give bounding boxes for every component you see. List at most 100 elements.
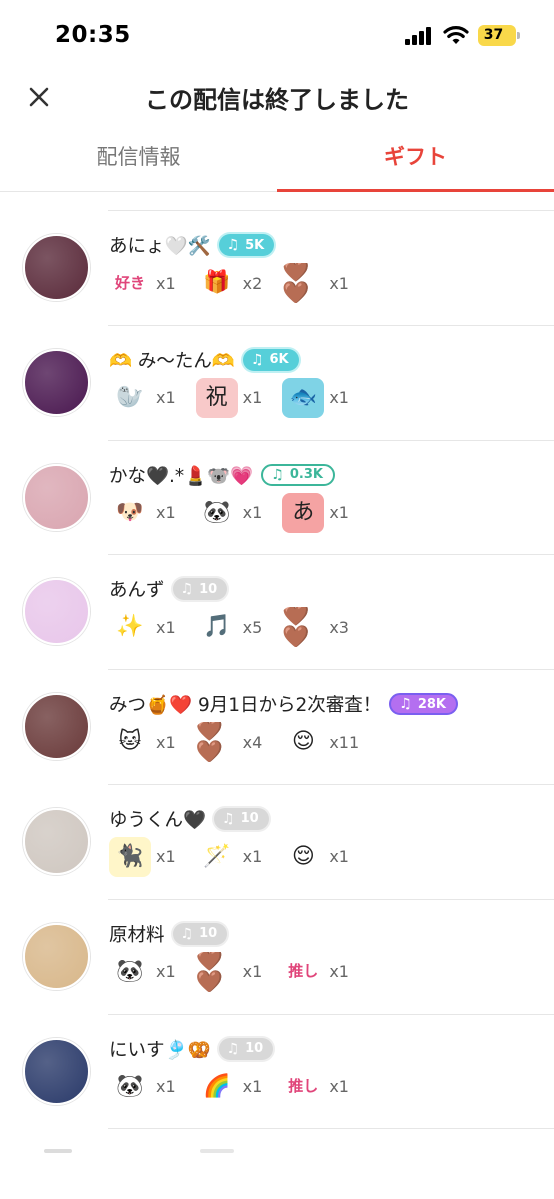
tab-gifts[interactable]: ギフト [277, 130, 554, 192]
gift-item: 🎵 x5 [195, 607, 262, 648]
listen-score-badge: ♫ 10 [172, 922, 228, 945]
listen-score-badge: ♫ 10 [172, 578, 228, 601]
badge-value: 5K [245, 237, 265, 253]
gift-count: x1 [329, 273, 349, 293]
tab-stream-info[interactable]: 配信情報 [0, 130, 277, 192]
gift-item: 🤎🤎 x1 [282, 263, 349, 303]
gift-item: 🦭 x1 [109, 377, 176, 418]
badge-value: 0.3K [289, 467, 323, 483]
gift-sender-row[interactable]: 🫶 み〜たん🫶 ♫ 6K 🦭 x1 祝 x1 🐟 x1 [0, 325, 554, 441]
gift-sender-row[interactable]: あんず ♫ 10 ✨ x1 🎵 x5 🤎🤎 x3 [0, 554, 554, 671]
gift-item: 🐼 x1 [109, 951, 176, 992]
oshi-omede-sticker-icon: 推し [282, 1066, 325, 1107]
gift-item: 🐶 x1 [109, 492, 176, 533]
avatar[interactable] [23, 348, 90, 416]
avatar[interactable] [23, 463, 90, 531]
listen-score-badge: ♫ 0.3K [261, 463, 335, 486]
music-note-icon: ♫ [250, 351, 264, 368]
glow-stick-icon: 🪄 [195, 836, 238, 877]
gift-count: x1 [242, 1077, 263, 1097]
gift-count: x1 [329, 847, 349, 867]
dog-sticker-icon: 🐶 [109, 492, 151, 533]
gift-list-items: 🦭 x1 祝 x1 🐟 x1 [109, 377, 369, 419]
gift-sender-row[interactable]: あにょ🤍🛠️ ♫ 5K 好き x1 🎁 x2 🤎🤎 x1 [0, 210, 554, 326]
gift-count: x1 [156, 388, 176, 408]
badge-value: 10 [199, 926, 218, 942]
gift-sender-row[interactable]: かな🖤.*💄🐨💗 ♫ 0.3K 🐶 x1 🐼 x1 あ x1 [0, 440, 554, 556]
gift-count: x1 [242, 962, 263, 982]
gift-list-items: 🐱 x1 🤎🤎 x4 😌 x11 [109, 721, 379, 763]
avatar[interactable] [23, 807, 90, 875]
listen-score-badge: ♫ 6K [242, 348, 299, 371]
gift-item: 🤎🤎 x4 [195, 722, 262, 763]
avatar[interactable] [23, 922, 90, 990]
gift-item: 🐼 x1 [109, 1066, 176, 1107]
status-bar: 20:35 37 [0, 0, 554, 70]
listen-score-badge: ♫ 28K [389, 693, 458, 716]
gift-count: x1 [242, 847, 263, 867]
avatar[interactable] [23, 1037, 90, 1105]
relieved-face-icon: 😌 [282, 722, 325, 763]
cat-banzai-sticker-icon: 🐱 [109, 722, 151, 763]
gift-count: x1 [329, 962, 349, 982]
avatar[interactable] [23, 234, 90, 301]
sender-name[interactable]: ゆうくん🖤 [109, 806, 206, 832]
suki-panda-sticker-icon: 好き [109, 263, 151, 303]
status-time: 20:35 [55, 22, 131, 48]
sparkles-icon: ✨ [109, 607, 151, 648]
panda-sticker-icon: 🐼 [109, 1066, 151, 1107]
music-notes-icon: 🎵 [195, 607, 238, 648]
gift-count: x1 [156, 273, 176, 293]
gift-count: x3 [329, 617, 349, 637]
gift-sender-row[interactable]: にいす🎐🥨 ♫ 10 🐼 x1 🌈 x1 推し x1 [0, 1014, 554, 1130]
gift-item: ✨ x1 [109, 607, 176, 648]
sender-name[interactable]: 🫶 み〜たん🫶 [109, 347, 235, 373]
sender-name[interactable]: みつ🍯❤️ 9月1日から2次審査！ [109, 691, 381, 717]
gift-list-items: 🐼 x1 🌈 x1 推し x1 [109, 1066, 369, 1108]
gift-list-items: 好き x1 🎁 x2 🤎🤎 x1 [109, 262, 369, 304]
gift-item: 推し x1 [282, 1066, 349, 1107]
avatar[interactable] [23, 693, 90, 761]
gift-item: 🐟 x1 [282, 377, 349, 418]
badge-value: 6K [269, 352, 289, 368]
music-note-icon: ♫ [226, 1040, 240, 1057]
sender-name[interactable]: かな🖤.*💄🐨💗 [109, 462, 253, 488]
rainbow-icon: 🌈 [195, 1066, 238, 1107]
gift-list-items: ✨ x1 🎵 x5 🤎🤎 x3 [109, 606, 369, 648]
gift-item: 推し x1 [282, 951, 349, 992]
list-cutoff [0, 1145, 554, 1199]
gift-list-items: 🐼 x1 🤎🤎 x1 推し x1 [109, 951, 369, 993]
sender-name-line: みつ🍯❤️ 9月1日から2次審査！ ♫ 28K [109, 691, 458, 717]
sender-name[interactable]: あにょ🤍🛠️ [109, 232, 211, 258]
gift-item: あ x1 [282, 492, 349, 533]
gift-count: x1 [156, 962, 176, 982]
gift-list-items: 🐶 x1 🐼 x1 あ x1 [109, 492, 369, 534]
music-note-icon: ♫ [180, 925, 194, 942]
present-sticker-icon: 🎁 [195, 263, 238, 303]
sender-name[interactable]: 原材料 [109, 921, 165, 947]
sender-name-line: にいす🎐🥨 ♫ 10 [109, 1036, 274, 1062]
sender-name-line: あんず ♫ 10 [109, 576, 228, 602]
sender-name-line: かな🖤.*💄🐨💗 ♫ 0.3K [109, 462, 335, 488]
sender-name[interactable]: あんず [109, 576, 165, 602]
gift-count: x2 [242, 273, 263, 293]
gift-sender-row[interactable]: ゆうくん🖤 ♫ 10 🐈‍⬛ x1 🪄 x1 😌 x1 [0, 784, 554, 900]
heart-pair-icon: 🤎🤎 [282, 263, 325, 303]
music-note-icon: ♫ [399, 696, 412, 713]
gift-count: x1 [329, 388, 349, 408]
panda-sticker-icon: 🐼 [195, 492, 238, 533]
gift-sender-row[interactable]: みつ🍯❤️ 9月1日から2次審査！ ♫ 28K 🐱 x1 🤎🤎 x4 😌 x11 [0, 669, 554, 785]
sender-name[interactable]: にいす🎐🥨 [109, 1036, 211, 1062]
black-cat-sticker-icon: 🐈‍⬛ [109, 836, 151, 877]
music-note-icon: ♫ [180, 581, 194, 598]
badge-value: 28K [417, 696, 446, 712]
battery-level: 37 [483, 27, 504, 43]
music-note-icon: ♫ [226, 237, 240, 253]
gift-item: 🐼 x1 [195, 492, 262, 533]
gift-item: 🤎🤎 x1 [195, 951, 263, 992]
gift-item: 🌈 x1 [195, 1066, 263, 1107]
gift-sender-row[interactable]: 原材料 ♫ 10 🐼 x1 🤎🤎 x1 推し x1 [0, 899, 554, 1015]
gift-item: 🪄 x1 [195, 836, 263, 877]
gift-count: x1 [156, 847, 176, 867]
avatar[interactable] [23, 578, 90, 646]
